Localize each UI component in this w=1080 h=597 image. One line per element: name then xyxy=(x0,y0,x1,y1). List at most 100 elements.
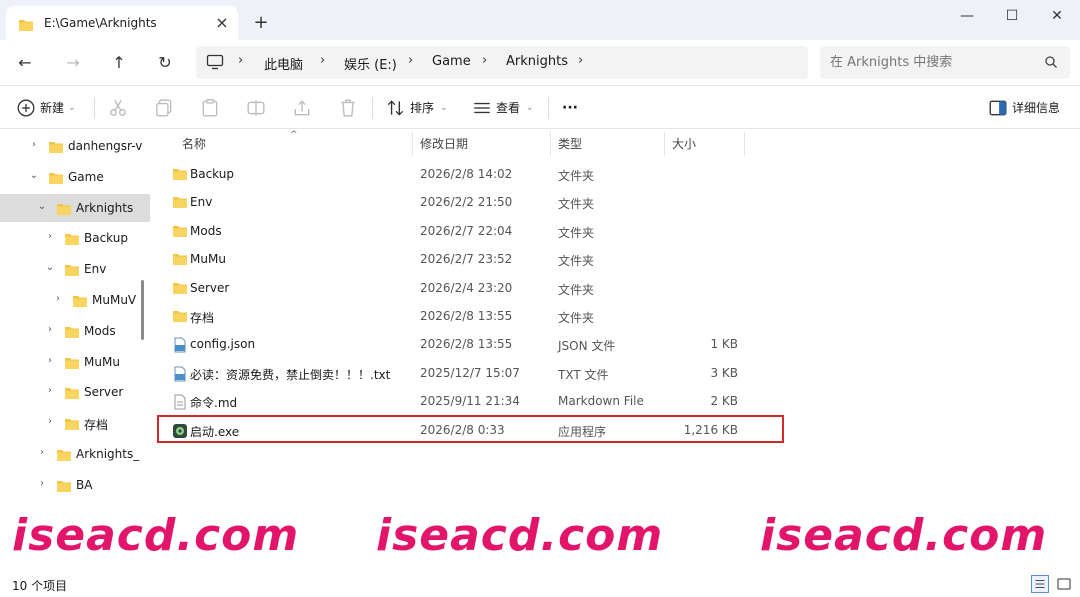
file-row[interactable]: 必读：资源免费，禁止倒卖！！！.txt 2025/12/7 15:07 TXT 文件… xyxy=(158,359,782,387)
column-divider xyxy=(664,132,665,156)
sidebar-item[interactable]: ⌄ Game xyxy=(0,163,150,191)
refresh-button[interactable]: ↻ xyxy=(152,50,178,76)
tab-arknights[interactable]: E:\Game\Arknights × xyxy=(6,6,238,40)
file-date: 2026/2/2 21:50 xyxy=(420,195,513,210)
chevron-right-icon[interactable]: › xyxy=(52,293,64,305)
delete-icon[interactable] xyxy=(338,98,358,118)
breadcrumb-drive-e[interactable]: 娱乐 (E:) xyxy=(344,54,397,73)
new-button[interactable]: 新建 xyxy=(40,97,64,119)
folder-icon-wrap xyxy=(56,448,72,465)
file-date: 2025/9/11 21:34 xyxy=(420,394,520,409)
text-file-icon xyxy=(174,366,186,382)
chevron-down-icon[interactable]: ⌄ xyxy=(44,262,56,274)
details-pane-button[interactable]: 详细信息 xyxy=(1012,97,1060,119)
search-box[interactable] xyxy=(820,46,1070,79)
minimize-button[interactable]: — xyxy=(952,4,982,30)
chevron-down-icon: ⌄ xyxy=(440,103,448,113)
chevron-right-icon[interactable]: › xyxy=(44,324,56,336)
breadcrumb-separator: › xyxy=(482,53,488,68)
chevron-right-icon[interactable]: › xyxy=(28,139,40,151)
sidebar-item[interactable]: › MuMuV xyxy=(0,286,150,314)
column-header-name[interactable]: 名称 xyxy=(182,130,206,158)
file-size: 1,216 KB xyxy=(683,422,738,437)
breadcrumb-separator: › xyxy=(238,53,244,68)
breadcrumb-game[interactable]: Game xyxy=(432,54,471,69)
file-date: 2026/2/4 23:20 xyxy=(420,280,513,295)
tiles-view-icon[interactable] xyxy=(1055,575,1073,593)
back-button[interactable]: ← xyxy=(12,50,38,76)
chevron-right-icon[interactable]: › xyxy=(36,447,48,459)
file-row[interactable]: Env 2026/2/2 21:50 文件夹 xyxy=(158,188,782,216)
file-list: 名称 ^ 修改日期 类型 大小 Backup 2026/2/8 14:02 文件夹 E… xyxy=(150,130,1080,572)
file-row[interactable]: MuMu 2026/2/7 23:52 文件夹 xyxy=(158,245,782,273)
forward-button[interactable]: → xyxy=(60,50,86,76)
file-row[interactable]: 命令.md 2025/9/11 21:34 Markdown File 2 KB xyxy=(158,387,782,415)
column-header-type[interactable]: 类型 xyxy=(558,130,582,158)
chevron-right-icon[interactable]: › xyxy=(44,231,56,243)
folder-icon-wrap xyxy=(72,294,88,311)
cut-icon[interactable] xyxy=(108,98,128,118)
chevron-right-icon[interactable]: › xyxy=(44,416,56,428)
chevron-right-icon[interactable]: › xyxy=(44,355,56,367)
folder-icon xyxy=(49,172,63,184)
more-options-button[interactable]: ··· xyxy=(562,97,578,119)
view-button[interactable]: 查看 xyxy=(496,97,520,119)
folder-icon xyxy=(173,169,187,180)
breadcrumb-separator: › xyxy=(320,53,326,68)
sidebar-item[interactable]: ⌄ Env xyxy=(0,255,150,283)
rename-icon[interactable] xyxy=(246,98,266,118)
file-row[interactable]: Mods 2026/2/7 22:04 文件夹 xyxy=(158,217,782,245)
markdown-file-icon xyxy=(174,394,186,410)
share-icon[interactable] xyxy=(292,98,312,118)
toolbar-divider xyxy=(372,97,373,119)
file-date: 2026/2/8 14:02 xyxy=(420,167,513,181)
sort-up-icon: ^ xyxy=(290,130,298,140)
chevron-right-icon[interactable]: › xyxy=(44,385,56,397)
chevron-down-icon[interactable]: ⌄ xyxy=(28,170,40,182)
address-bar[interactable]: › 此电脑 › 娱乐 (E:) › Game › Arknights › xyxy=(196,46,808,79)
maximize-button[interactable]: ☐ xyxy=(997,4,1027,30)
tab-close-button[interactable]: × xyxy=(212,13,232,33)
sidebar-item[interactable]: › MuMu xyxy=(0,348,150,376)
new-tab-button[interactable]: + xyxy=(250,12,272,34)
paste-icon[interactable] xyxy=(200,98,220,118)
chevron-down-icon[interactable]: ⌄ xyxy=(36,201,48,213)
sidebar-item[interactable]: › BA xyxy=(0,471,150,499)
file-name: Env xyxy=(190,195,213,210)
folder-icon xyxy=(65,388,79,400)
breadcrumb-arknights[interactable]: Arknights xyxy=(506,54,568,69)
folder-icon-wrap xyxy=(56,202,72,219)
file-row[interactable]: Server 2026/2/4 23:20 文件夹 xyxy=(158,274,782,302)
sidebar-item[interactable]: › Backup xyxy=(0,224,150,252)
file-date: 2026/2/8 13:55 xyxy=(420,309,513,323)
close-window-button[interactable]: ✕ xyxy=(1042,4,1072,30)
sidebar-item-label: Backup xyxy=(84,231,128,246)
search-input[interactable] xyxy=(830,52,1030,72)
column-header-date[interactable]: 修改日期 xyxy=(420,130,468,158)
file-row[interactable]: 存档 2026/2/8 13:55 文件夹 xyxy=(158,302,782,330)
sidebar-item[interactable]: › Mods xyxy=(0,317,150,345)
sidebar-item-label: Server xyxy=(84,385,124,400)
sort-button[interactable]: 排序 xyxy=(410,97,434,119)
column-header-size[interactable]: 大小 xyxy=(672,130,696,158)
folder-icon-wrap xyxy=(56,479,72,496)
file-row[interactable]: 启动.exe 2026/2/8 0:33 应用程序 1,216 KB xyxy=(158,416,782,444)
sidebar-item[interactable]: › danhengsr-v xyxy=(0,132,150,160)
chevron-right-icon[interactable]: › xyxy=(36,478,48,490)
copy-icon[interactable] xyxy=(154,98,174,118)
sidebar-item[interactable]: ⌄ Arknights xyxy=(0,193,150,222)
up-button[interactable]: ↑ xyxy=(106,50,132,76)
file-row[interactable]: Backup 2026/2/8 14:02 文件夹 xyxy=(158,160,782,188)
file-type: 文件夹 xyxy=(558,225,595,240)
sidebar-scrollbar[interactable] xyxy=(141,280,144,340)
sidebar-item[interactable]: › 存档 xyxy=(0,409,150,437)
file-row[interactable]: config.json 2026/2/8 13:55 JSON 文件 1 KB xyxy=(158,330,782,358)
details-view-icon[interactable] xyxy=(1031,575,1049,593)
sidebar-item-label: MuMu xyxy=(84,354,120,369)
sidebar-item[interactable]: › Server xyxy=(0,378,150,406)
file-name: Server xyxy=(190,280,230,295)
folder-icon xyxy=(173,311,187,322)
sidebar-item[interactable]: › Arknights_ xyxy=(0,440,150,468)
tab-title: E:\Game\Arknights xyxy=(44,16,157,30)
breadcrumb-this-pc[interactable]: 此电脑 xyxy=(264,54,303,73)
